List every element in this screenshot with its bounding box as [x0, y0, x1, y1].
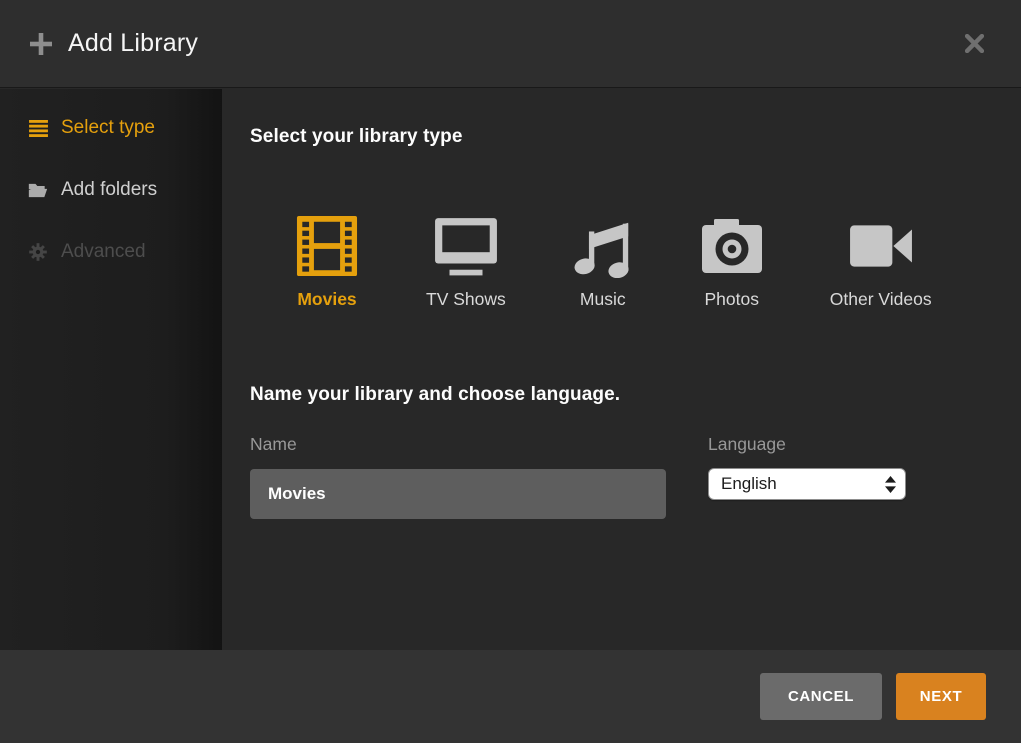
- name-section-heading: Name your library and choose language.: [250, 384, 1021, 406]
- sidebar-item-advanced: Advanced: [0, 221, 222, 283]
- library-type-movies[interactable]: Movies: [294, 214, 360, 310]
- camera-icon: [700, 214, 764, 278]
- library-type-music[interactable]: Music: [572, 214, 634, 310]
- library-name-input[interactable]: [250, 469, 666, 519]
- library-type-label: Other Videos: [830, 289, 932, 310]
- dialog-body: Select type Add folders: [0, 89, 1021, 650]
- main-content: Select your library type: [222, 89, 1021, 650]
- name-language-form: Name Language English: [250, 434, 1021, 519]
- sidebar-item-label: Advanced: [61, 241, 146, 263]
- library-type-photos[interactable]: Photos: [700, 214, 764, 310]
- sidebar-item-add-folders[interactable]: Add folders: [0, 159, 222, 221]
- dialog-footer: CANCEL NEXT: [0, 650, 1021, 743]
- library-type-tv-shows[interactable]: TV Shows: [426, 214, 506, 310]
- close-icon: [965, 34, 984, 53]
- add-library-dialog: Add Library Select type: [0, 0, 1021, 743]
- plus-icon: [30, 33, 52, 55]
- name-field-label: Name: [250, 434, 666, 455]
- tv-icon: [433, 214, 499, 278]
- library-type-label: Music: [580, 289, 626, 310]
- dialog-title: Add Library: [68, 29, 198, 58]
- library-type-label: TV Shows: [426, 289, 506, 310]
- video-camera-icon: [848, 214, 914, 278]
- sidebar-item-label: Add folders: [61, 179, 157, 201]
- type-section-heading: Select your library type: [250, 126, 1021, 148]
- sidebar-item-label: Select type: [61, 117, 155, 139]
- sidebar: Select type Add folders: [0, 89, 222, 650]
- close-button[interactable]: [957, 27, 991, 61]
- language-field-label: Language: [708, 434, 906, 455]
- gear-icon: [28, 242, 48, 262]
- film-strip-icon: [294, 214, 360, 278]
- library-type-row: Movies TV Shows: [294, 214, 1021, 310]
- music-note-icon: [572, 214, 634, 278]
- list-icon: [28, 118, 48, 138]
- cancel-button[interactable]: CANCEL: [760, 673, 882, 720]
- library-type-label: Movies: [297, 289, 356, 310]
- library-type-other-videos[interactable]: Other Videos: [830, 214, 932, 310]
- folder-icon: [28, 180, 48, 200]
- next-button[interactable]: NEXT: [896, 673, 986, 720]
- language-select[interactable]: English: [708, 468, 906, 500]
- select-arrows-icon: [885, 476, 896, 493]
- language-select-value: English: [721, 474, 777, 494]
- library-type-label: Photos: [705, 289, 759, 310]
- sidebar-item-select-type[interactable]: Select type: [0, 97, 222, 159]
- dialog-header: Add Library: [0, 0, 1021, 88]
